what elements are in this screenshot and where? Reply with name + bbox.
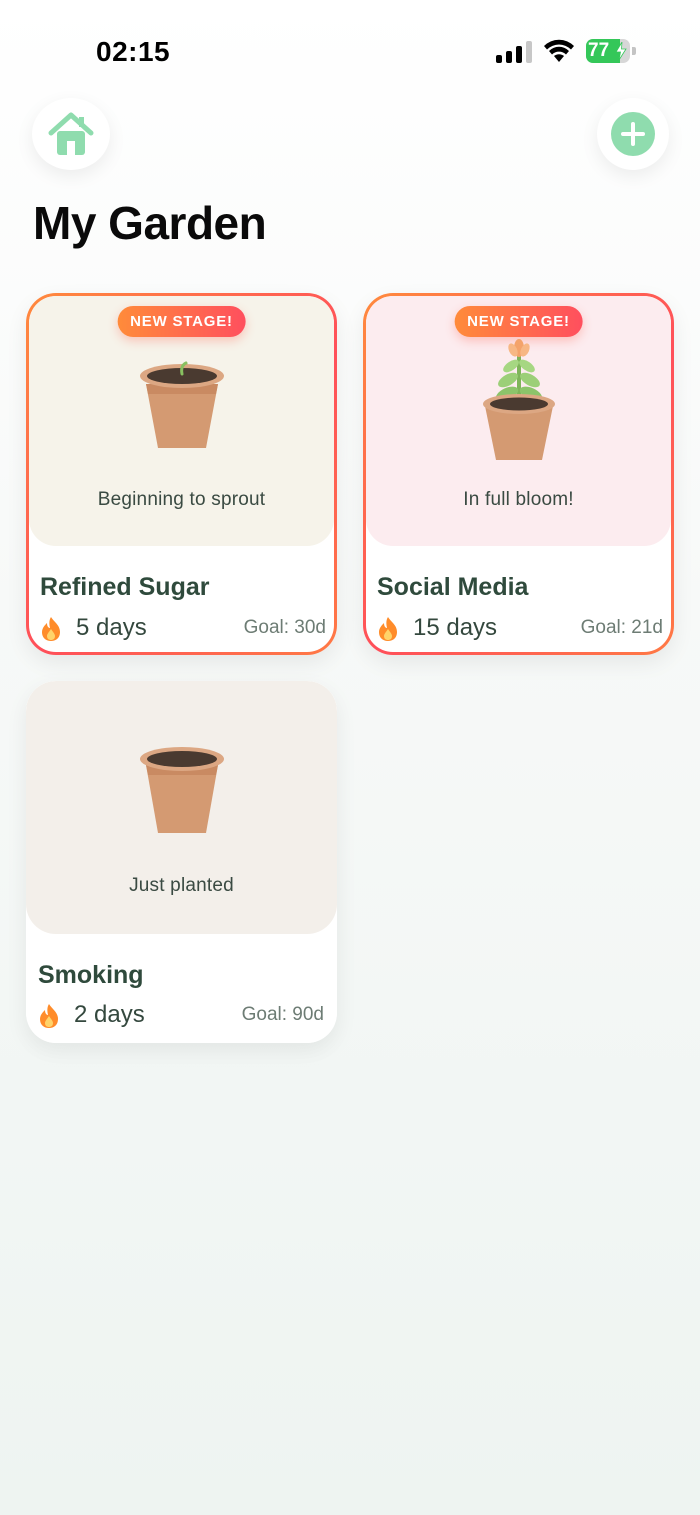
blooming-plant-icon	[482, 339, 555, 460]
plant-area: NEW STAGE! In full bloom!	[366, 296, 671, 546]
cellular-signal-icon	[496, 41, 532, 63]
flame-icon	[40, 1004, 58, 1028]
habit-name: Refined Sugar	[40, 573, 210, 601]
flame-icon	[42, 617, 60, 641]
stage-label: In full bloom!	[463, 489, 574, 510]
streak-days: 2 days	[74, 1001, 145, 1028]
battery-percent: 77	[588, 40, 610, 61]
habit-name: Smoking	[38, 961, 144, 989]
house-icon	[48, 112, 94, 155]
stage-label: Beginning to sprout	[97, 489, 266, 510]
add-habit-button[interactable]	[597, 98, 669, 170]
goal-label: Goal: 21d	[580, 617, 663, 638]
habit-card-social-media[interactable]: NEW STAGE! In full bloom! Social Media 1…	[363, 293, 674, 655]
page-title: My Garden	[33, 197, 267, 249]
goal-label: Goal: 30d	[243, 617, 326, 638]
habit-card-refined-sugar[interactable]: NEW STAGE! Beginning to sprout Refined S…	[26, 293, 337, 655]
plant-area: NEW STAGE! Beginning to sprout	[29, 296, 334, 546]
streak-row: 5 days Goal: 30d	[40, 614, 326, 644]
flame-icon	[379, 617, 397, 641]
stage-label: Just planted	[129, 875, 234, 896]
streak-days: 15 days	[413, 614, 498, 641]
new-stage-badge: NEW STAGE!	[117, 306, 246, 337]
empty-pot-icon	[139, 747, 224, 833]
wifi-icon	[544, 39, 574, 62]
status-time: 02:15	[96, 36, 171, 67]
home-button[interactable]	[32, 98, 110, 170]
charging-bolt-icon	[615, 42, 627, 60]
plant-area: Just planted	[26, 681, 337, 934]
battery-icon: 77	[586, 39, 636, 63]
new-stage-badge: NEW STAGE!	[454, 306, 583, 337]
habit-card-smoking[interactable]: Just planted Smoking 2 days Goal: 90d	[26, 681, 337, 1043]
habit-name: Social Media	[377, 573, 529, 601]
status-bar: 02:15 77	[0, 0, 700, 100]
streak-days: 5 days	[76, 614, 147, 641]
streak-row: 2 days Goal: 90d	[38, 1001, 324, 1031]
sprout-pot-icon	[139, 361, 224, 448]
streak-row: 15 days Goal: 21d	[377, 614, 663, 644]
plus-icon	[611, 112, 655, 156]
goal-label: Goal: 90d	[241, 1004, 324, 1025]
